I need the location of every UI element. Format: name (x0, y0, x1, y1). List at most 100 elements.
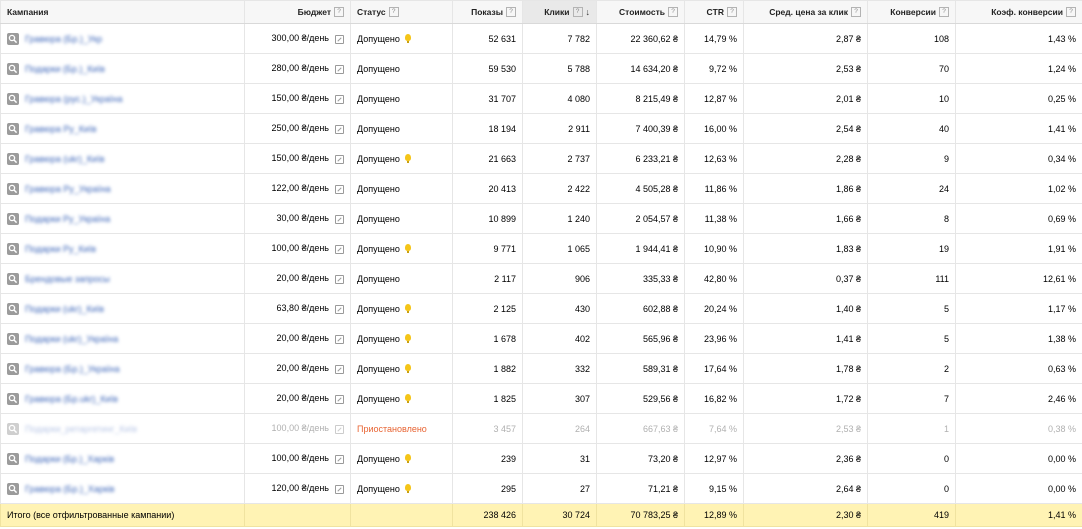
col-avg-cpc-header[interactable]: Сред. цена за клик? (743, 0, 868, 24)
help-icon[interactable]: ? (851, 7, 861, 18)
clicks-cell: 2 911 (522, 113, 597, 144)
col-impressions-header[interactable]: Показы? (452, 0, 523, 24)
col-status-header[interactable]: Статус? (350, 0, 453, 24)
budget-value: 63,80 ₴/день (276, 303, 329, 314)
pencil-edit-icon[interactable] (335, 484, 344, 494)
help-icon[interactable]: ? (572, 7, 583, 18)
table-row: Гравюра Ру_Україна 122,00 ₴/день Допущено 2… (0, 173, 1082, 204)
campaign-name-link[interactable]: Подарки (Бр.)_Харків (25, 454, 114, 464)
lightbulb-icon[interactable] (404, 483, 411, 493)
col-conv-rate-header[interactable]: Коэф. конверсии? (955, 0, 1082, 24)
search-icon[interactable] (7, 62, 19, 75)
sort-down-icon[interactable]: ↓ (586, 7, 591, 17)
campaign-name-link[interactable]: Гравюра Ру_Київ (25, 124, 96, 134)
search-icon[interactable] (7, 422, 19, 435)
search-icon[interactable] (7, 482, 19, 495)
campaign-name-link[interactable]: Гравюра Ру_Україна (25, 184, 111, 194)
help-icon[interactable]: ? (668, 7, 678, 18)
impressions-cell: 239 (452, 443, 523, 474)
col-avg-cpc-label: Сред. цена за клик (769, 6, 848, 17)
pencil-edit-icon[interactable] (335, 334, 344, 344)
search-icon[interactable] (7, 182, 19, 195)
search-icon[interactable] (7, 212, 19, 225)
campaign-name-link[interactable]: Гравюра (Бр.ukr)_Київ (25, 394, 118, 404)
col-cost-label: Стоимость (619, 6, 665, 17)
campaign-name-link[interactable]: Гравюра (Бр.)_Україна (25, 364, 120, 374)
table-row: Подарки (Бр.)_Київ 280,00 ₴/день Допущено 5… (0, 53, 1082, 84)
campaign-name-link[interactable]: Подарки (ukr)_Київ (25, 304, 104, 314)
search-icon[interactable] (7, 362, 19, 375)
campaign-name-link[interactable]: Подарки (ukr)_Україна (25, 334, 118, 344)
help-icon[interactable]: ? (506, 7, 516, 18)
search-icon[interactable] (7, 92, 19, 105)
search-icon[interactable] (7, 272, 19, 285)
pencil-edit-icon[interactable] (335, 214, 344, 224)
pencil-edit-icon[interactable] (335, 244, 344, 254)
search-icon[interactable] (7, 152, 19, 165)
lightbulb-icon[interactable] (404, 453, 411, 463)
status-text: Приостановлено (357, 423, 427, 434)
search-icon[interactable] (7, 392, 19, 405)
help-icon[interactable]: ? (939, 7, 949, 18)
campaign-name-link[interactable]: Подарки_ретаргетинг_Київ (25, 424, 137, 434)
ctr-cell: 11,86 % (684, 173, 744, 204)
campaign-name-link[interactable]: Подарки Ру_Україна (25, 214, 110, 224)
campaign-name-link[interactable]: Гравюра (ukr)_Київ (25, 154, 104, 164)
search-icon[interactable] (7, 32, 19, 45)
campaign-name-link[interactable]: Гравюра (Бр.)_Укр (25, 34, 102, 44)
conversions-cell: 2 (867, 353, 956, 384)
campaign-cell: Подарки_ретаргетинг_Київ (0, 413, 245, 444)
search-icon[interactable] (7, 242, 19, 255)
col-ctr-header[interactable]: CTR? (684, 0, 744, 24)
pencil-edit-icon[interactable] (335, 424, 344, 434)
search-icon[interactable] (7, 452, 19, 465)
conversions-cell: 5 (867, 323, 956, 354)
status-cell: Допущено (350, 293, 453, 324)
pencil-edit-icon[interactable] (335, 64, 344, 74)
status-cell: Допущено (350, 143, 453, 174)
avg-cpc-cell: 2,28 ₴ (743, 143, 868, 174)
campaign-name-link[interactable]: Брендовые запросы (25, 274, 110, 284)
campaign-cell: Гравюра (ukr)_Київ (0, 143, 245, 174)
lightbulb-icon[interactable] (404, 153, 411, 163)
ctr-cell: 10,90 % (684, 233, 744, 264)
search-icon[interactable] (7, 332, 19, 345)
col-campaign-label: Кампания (7, 7, 49, 17)
col-clicks-header[interactable]: Клики? ↓ (522, 0, 597, 24)
lightbulb-icon[interactable] (404, 303, 411, 313)
lightbulb-icon[interactable] (404, 393, 411, 403)
col-campaign-header[interactable]: Кампания (0, 0, 245, 24)
help-icon[interactable]: ? (334, 7, 344, 18)
budget-value: 122,00 ₴/день (271, 183, 329, 194)
lightbulb-icon[interactable] (404, 333, 411, 343)
status-cell: Допущено (350, 473, 453, 504)
campaign-name-link[interactable]: Подарки Ру_Київ (25, 244, 96, 254)
lightbulb-icon[interactable] (404, 363, 411, 373)
pencil-edit-icon[interactable] (335, 274, 344, 284)
pencil-edit-icon[interactable] (335, 394, 344, 404)
pencil-edit-icon[interactable] (335, 154, 344, 164)
pencil-edit-icon[interactable] (335, 454, 344, 464)
pencil-edit-icon[interactable] (335, 34, 344, 44)
help-icon[interactable]: ? (1066, 7, 1076, 18)
budget-cell: 100,00 ₴/день (244, 233, 351, 264)
pencil-edit-icon[interactable] (335, 124, 344, 134)
pencil-edit-icon[interactable] (335, 304, 344, 314)
pencil-edit-icon[interactable] (335, 364, 344, 374)
conversions-cell: 0 (867, 443, 956, 474)
status-text: Допущено (357, 93, 400, 104)
campaign-name-link[interactable]: Гравюра (Бр.)_Харків (25, 484, 115, 494)
campaign-name-link[interactable]: Подарки (Бр.)_Київ (25, 64, 105, 74)
pencil-edit-icon[interactable] (335, 94, 344, 104)
search-icon[interactable] (7, 302, 19, 315)
campaign-name-link[interactable]: Гравюра (рус.)_Україна (25, 94, 122, 104)
lightbulb-icon[interactable] (404, 33, 411, 43)
col-budget-header[interactable]: Бюджет? (244, 0, 351, 24)
col-conversions-header[interactable]: Конверсии? (867, 0, 956, 24)
search-icon[interactable] (7, 122, 19, 135)
pencil-edit-icon[interactable] (335, 184, 344, 194)
lightbulb-icon[interactable] (404, 243, 411, 253)
col-cost-header[interactable]: Стоимость? (596, 0, 685, 24)
help-icon[interactable]: ? (727, 7, 737, 18)
help-icon[interactable]: ? (388, 7, 399, 18)
